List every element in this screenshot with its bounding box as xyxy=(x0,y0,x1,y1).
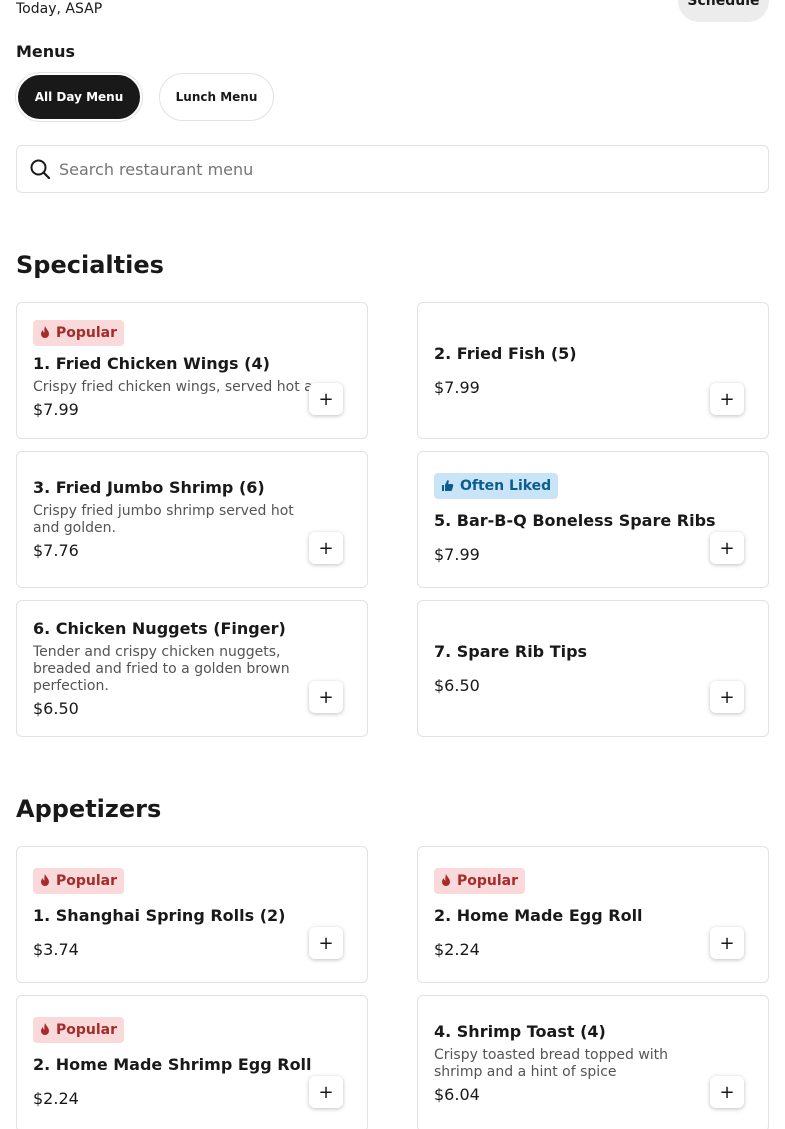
item-name: 3. Fried Jumbo Shrimp (6) xyxy=(33,478,265,497)
item-price: $3.74 xyxy=(33,939,79,959)
badge-label: Popular xyxy=(457,872,519,889)
menu-item-card[interactable]: 4. Shrimp Toast (4) Crispy toasted bread… xyxy=(417,995,769,1129)
menu-tabs: All Day Menu Lunch Menu xyxy=(16,73,274,121)
item-price: $6.50 xyxy=(434,675,480,695)
flame-icon xyxy=(40,326,50,339)
menu-item-card[interactable]: Popular 1. Fried Chicken Wings (4) Crisp… xyxy=(16,302,368,439)
add-item-button[interactable]: + xyxy=(309,383,343,415)
tab-lunch-menu[interactable]: Lunch Menu xyxy=(159,73,274,121)
item-name: 6. Chicken Nuggets (Finger) xyxy=(33,618,286,638)
flame-icon xyxy=(40,874,50,887)
thumbs-up-icon xyxy=(441,479,454,492)
menu-item-card[interactable]: 2. Fried Fish (5) $7.99 + xyxy=(417,302,769,439)
flame-icon xyxy=(40,1023,50,1036)
badge-label: Popular xyxy=(56,1021,118,1038)
badge-label: Often Liked xyxy=(460,477,552,494)
menu-item-card[interactable]: Popular 2. Home Made Shrimp Egg Roll $2.… xyxy=(16,995,368,1129)
schedule-button[interactable]: Schedule xyxy=(678,0,769,22)
item-price: $6.04 xyxy=(434,1085,480,1104)
add-item-button[interactable]: + xyxy=(309,1076,343,1108)
badge-label: Popular xyxy=(56,324,118,341)
item-description: Crispy fried jumbo shrimp served hot and… xyxy=(33,503,294,536)
item-name: 2. Fried Fish (5) xyxy=(434,343,577,363)
item-price: $6.50 xyxy=(33,698,79,718)
item-description: Crispy fried chicken wings, served hot a xyxy=(33,378,313,395)
item-name: 4. Shrimp Toast (4) xyxy=(434,1022,606,1041)
item-price: $7.99 xyxy=(33,399,79,419)
menu-item-card[interactable]: Popular 1. Shanghai Spring Rolls (2) $3.… xyxy=(16,846,368,983)
item-price: $7.99 xyxy=(434,377,480,397)
section-title-specialties: Specialties xyxy=(16,251,164,279)
item-name: 1. Shanghai Spring Rolls (2) xyxy=(33,905,286,925)
popular-badge: Popular xyxy=(33,319,125,346)
item-name: 7. Spare Rib Tips xyxy=(434,641,588,661)
tab-all-day-menu[interactable]: All Day Menu xyxy=(16,73,142,121)
menu-item-card[interactable]: 7. Spare Rib Tips $6.50 + xyxy=(417,600,769,737)
popular-badge: Popular xyxy=(434,867,526,894)
flame-icon xyxy=(441,874,451,887)
add-item-button[interactable]: + xyxy=(309,927,343,959)
badge-label: Popular xyxy=(56,872,118,889)
add-item-button[interactable]: + xyxy=(710,532,744,564)
menu-item-card[interactable]: Often Liked 5. Bar-B-Q Boneless Spare Ri… xyxy=(417,451,769,588)
item-name: 1. Fried Chicken Wings (4) xyxy=(33,353,270,373)
menu-item-card[interactable]: 6. Chicken Nuggets (Finger) Tender and c… xyxy=(16,600,368,737)
add-item-button[interactable]: + xyxy=(309,532,343,564)
item-name: 2. Home Made Egg Roll xyxy=(434,905,643,925)
popular-badge: Popular xyxy=(33,1016,125,1043)
menu-item-card[interactable]: Popular 2. Home Made Egg Roll $2.24 + xyxy=(417,846,769,983)
item-description: Tender and crispy chicken nuggets, bread… xyxy=(33,643,290,694)
search-bar[interactable] xyxy=(16,145,769,193)
add-item-button[interactable]: + xyxy=(710,1076,744,1108)
item-price: $2.24 xyxy=(434,939,480,959)
item-name: 2. Home Made Shrimp Egg Roll xyxy=(33,1054,312,1074)
search-icon xyxy=(29,158,51,180)
add-item-button[interactable]: + xyxy=(710,681,744,713)
add-item-button[interactable]: + xyxy=(710,927,744,959)
item-price: $7.76 xyxy=(33,541,79,560)
section-title-appetizers: Appetizers xyxy=(16,795,162,823)
search-input[interactable] xyxy=(59,159,768,179)
add-item-button[interactable]: + xyxy=(309,681,343,713)
often-liked-badge: Often Liked xyxy=(434,472,559,499)
add-item-button[interactable]: + xyxy=(710,383,744,415)
item-price: $7.99 xyxy=(434,544,480,564)
delivery-time: Today, ASAP xyxy=(16,1,103,17)
item-price: $2.24 xyxy=(33,1088,79,1108)
item-name: 5. Bar-B-Q Boneless Spare Ribs xyxy=(434,510,716,530)
menu-item-card[interactable]: 3. Fried Jumbo Shrimp (6) Crispy fried j… xyxy=(16,451,368,588)
popular-badge: Popular xyxy=(33,867,125,894)
menus-heading: Menus xyxy=(16,42,76,61)
item-description: Crispy toasted bread topped with shrimp … xyxy=(434,1047,669,1080)
